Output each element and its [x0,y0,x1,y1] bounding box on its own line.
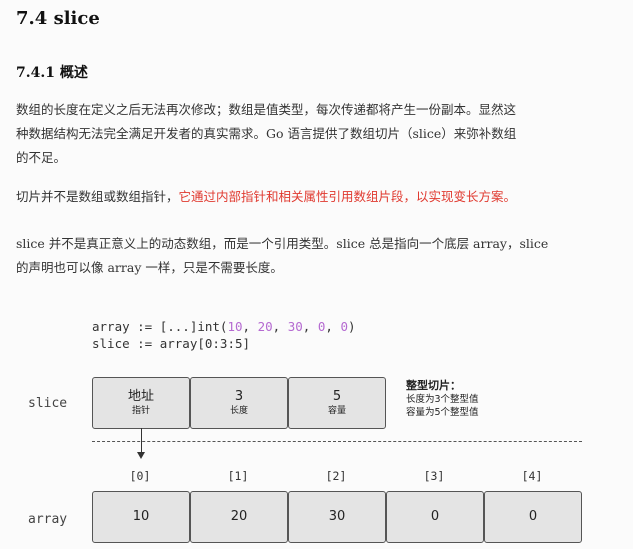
note-line: 长度为3个整型值 [406,394,479,405]
array-index-label: [2] [325,469,347,483]
note-title: 整型切片： [406,379,461,392]
code-number: 10 [227,319,243,334]
slice-note: 整型切片： 长度为3个整型值 容量为5个整型值 [406,378,479,419]
cell-value: 20 [230,509,248,524]
cell-value: 30 [328,509,346,524]
document-page: 7.4 slice 7.4.1 概述 数组的长度在定义之后无法再次修改；数组是值… [0,0,633,549]
pointer-arrow-head [137,452,145,459]
paragraph-overview: 数组的长度在定义之后无法再次修改；数组是值类型，每次传递都将产生一份副本。显然这… [16,98,616,170]
code-text: array := [...]int( [92,319,228,334]
slice-box-capacity: 5 容量 [288,377,386,429]
subsection-heading: 7.4.1 概述 [16,65,88,81]
box-caption: 长度 [229,406,248,416]
code-number: 0 [317,319,326,334]
cell-value: 10 [132,509,150,524]
code-number: 20 [257,319,273,334]
code-line-array: array := [...]int(10, 20, 30, 0, 0) [92,319,356,334]
array-cell: 20 [190,491,288,543]
paragraph-line: slice 并不是真正意义上的动态数组，而是一个引用类型。slice 总是指向一… [16,236,549,251]
code-number: 0 [340,319,348,334]
paragraph-slice-definition: 切片并不是数组或数组指针，它通过内部指针和相关属性引用数组片段，以实现变长方案。 [16,185,616,209]
paragraph-text: 切片并不是数组或数组指针， [16,189,179,204]
array-cell: 30 [288,491,386,543]
slice-box-pointer: 地址 指针 [92,377,190,429]
code-number: 30 [287,319,303,334]
cell-value: 0 [430,509,440,524]
paragraph-line: 数组的长度在定义之后无法再次修改；数组是值类型，每次传递都将产生一份副本。显然这 [16,102,517,117]
box-value: 5 [332,389,342,404]
paragraph-reference-type: slice 并不是真正意义上的动态数组，而是一个引用类型。slice 总是指向一… [16,232,616,280]
box-caption: 指针 [131,406,150,416]
code-snippet: array := [...]int(10, 20, 30, 0, 0) slice… [92,318,356,352]
array-index-label: [3] [423,469,445,483]
box-value: 地址 [127,389,154,404]
array-cell: 10 [92,491,190,543]
slice-box-length: 3 长度 [190,377,288,429]
paragraph-line: 的不足。 [16,150,67,165]
array-index-label: [4] [521,469,543,483]
array-index-label: [0] [129,469,151,483]
slice-row-label: slice [28,396,68,411]
array-cell: 0 [484,491,582,543]
code-line-slice: slice := array[0:3:5] [92,336,251,351]
array-index-label: [1] [227,469,249,483]
box-value: 3 [234,389,244,404]
highlighted-text: 它通过内部指针和相关属性引用数组片段，以实现变长方案。 [178,189,517,204]
section-heading: 7.4 slice [16,8,100,29]
paragraph-line: 的声明也可以像 array 一样，只是不需要长度。 [16,260,283,275]
box-caption: 容量 [327,406,346,416]
array-cell: 0 [386,491,484,543]
paragraph-line: 种数据结构无法完全满足开发者的真实需求。Go 语言提供了数组切片（slice）来… [16,126,517,141]
code-text: ) [347,319,356,334]
dashed-separator [92,441,582,442]
array-row-label: array [28,512,68,527]
cell-value: 0 [528,509,538,524]
note-line: 容量为5个整型值 [406,407,479,418]
